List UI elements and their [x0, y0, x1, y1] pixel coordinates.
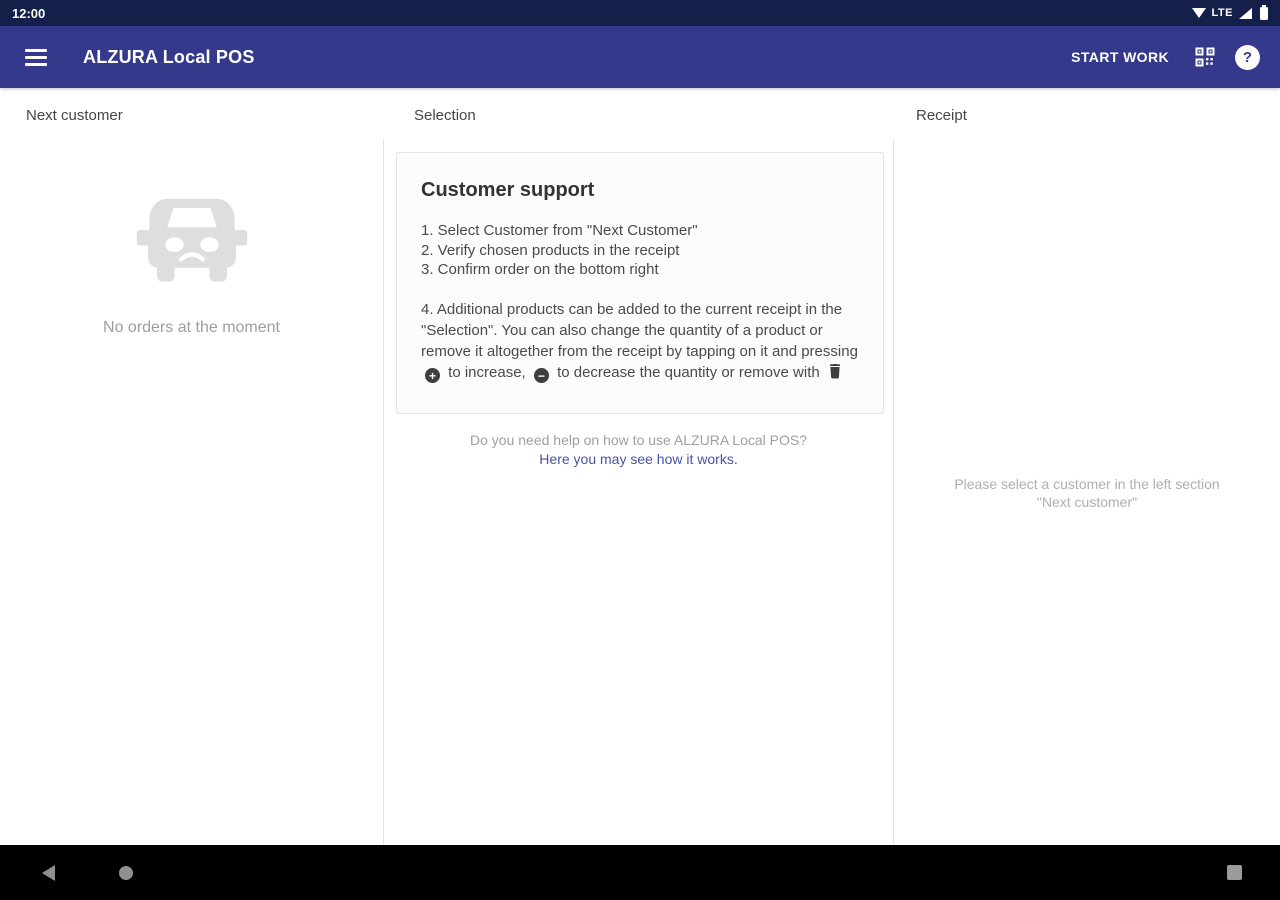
qr-scan-button[interactable] — [1191, 43, 1219, 71]
no-orders-text: No orders at the moment — [103, 319, 280, 336]
help-block: Do you need help on how to use ALZURA Lo… — [384, 431, 893, 469]
qr-code-icon — [1195, 47, 1215, 67]
receipt-empty-state: Please select a customer in the left sec… — [954, 475, 1219, 511]
recents-icon — [1227, 865, 1242, 880]
help-question: Do you need help on how to use ALZURA Lo… — [470, 432, 807, 448]
remove-circle-icon — [533, 368, 549, 383]
support-step-3: 3. Confirm order on the bottom right — [421, 261, 659, 278]
column-headers: Next customer Selection Receipt — [0, 88, 1280, 140]
delete-icon — [829, 363, 841, 379]
sad-car-icon — [136, 198, 247, 282]
receipt-empty-line2: "Next customer" — [1036, 493, 1138, 510]
next-customer-panel: No orders at the moment — [0, 140, 384, 845]
home-icon — [119, 865, 133, 880]
step4-after-minus: to decrease the quantity or remove with — [557, 363, 820, 381]
cellular-signal-icon — [1239, 7, 1252, 19]
network-type-label: LTE — [1211, 7, 1233, 19]
help-button[interactable] — [1235, 44, 1260, 70]
card-title: Customer support — [421, 179, 595, 201]
home-button[interactable] — [113, 860, 139, 886]
support-step-2: 2. Verify chosen products in the receipt — [421, 241, 680, 259]
add-circle-icon — [425, 368, 440, 383]
help-link[interactable]: Here you may see how it works. — [539, 450, 737, 469]
menu-button[interactable] — [16, 37, 56, 77]
support-step-1: 1. Select Customer from "Next Customer" — [421, 222, 698, 239]
selection-panel: Customer support 1. Select Customer from… — [384, 140, 894, 845]
app-bar: ALZURA Local POS START WORK — [0, 26, 1280, 88]
receipt-header: Receipt — [916, 107, 967, 124]
no-orders-empty-state: No orders at the moment — [103, 196, 280, 337]
battery-icon — [1260, 4, 1268, 20]
status-bar: 12:00 LTE — [0, 0, 1280, 26]
selection-header: Selection — [414, 107, 476, 124]
next-customer-header: Next customer — [26, 107, 123, 124]
content-area: No orders at the moment Customer support… — [0, 140, 1280, 845]
step4-intro: 4. Additional products can be added to t… — [421, 300, 858, 360]
back-button[interactable] — [36, 859, 61, 887]
screen: 12:00 LTE ALZURA Local POS START WORK ? … — [0, 0, 1280, 900]
status-icons: LTE — [1191, 4, 1268, 20]
wifi-icon — [1191, 8, 1206, 18]
customer-support-card: Customer support 1. Select Customer from… — [396, 152, 884, 414]
hamburger-icon — [25, 48, 47, 52]
back-icon — [42, 864, 55, 881]
receipt-panel: Please select a customer in the left sec… — [894, 140, 1280, 845]
status-time: 12:00 — [12, 5, 46, 21]
step4-after-plus: to increase, — [448, 363, 526, 381]
support-step-4: 4. Additional products can be added to t… — [421, 299, 859, 383]
android-nav-bar — [0, 845, 1280, 900]
receipt-empty-line1: Please select a customer in the left sec… — [954, 475, 1220, 492]
start-work-button[interactable]: START WORK — [1065, 41, 1175, 73]
app-bar-actions: START WORK — [1065, 41, 1264, 73]
app-title: ALZURA Local POS — [83, 46, 255, 67]
recents-button[interactable] — [1221, 859, 1248, 886]
